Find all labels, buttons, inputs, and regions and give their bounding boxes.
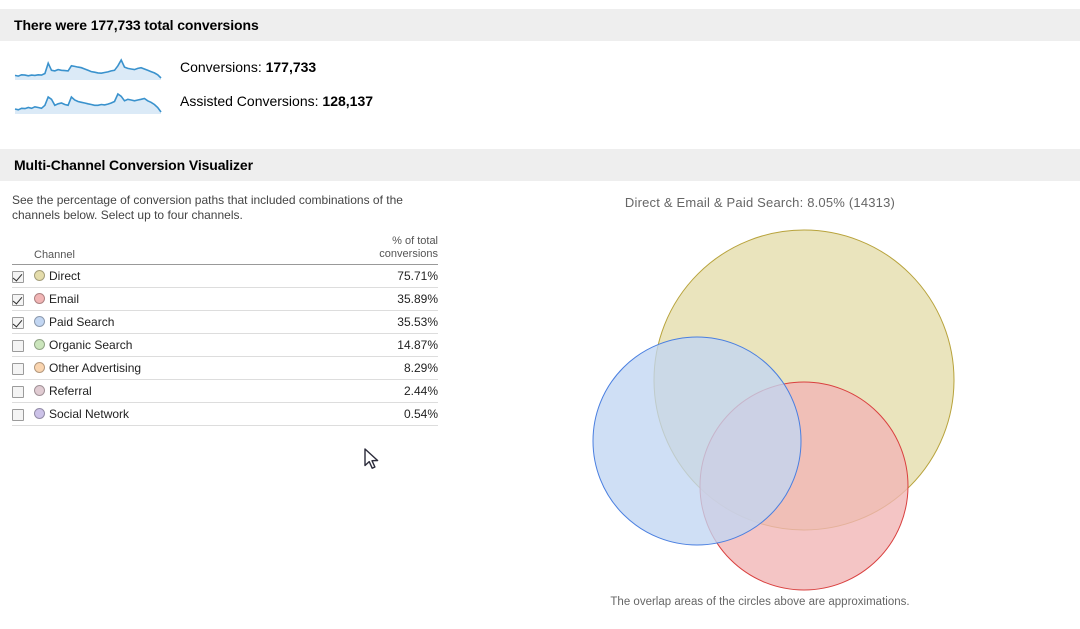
channel-name-cell[interactable]: Referral bbox=[34, 379, 295, 403]
channel-label: Organic Search bbox=[49, 338, 133, 352]
table-row[interactable]: Social Network 0.54% bbox=[12, 402, 438, 426]
venn-circle-paid-search bbox=[592, 336, 802, 546]
metric-row-assisted-conversions: Assisted Conversions: 128,137 bbox=[12, 84, 1080, 118]
percent-header-line1: % of total bbox=[392, 235, 438, 247]
sparkline-chart-conversions bbox=[12, 52, 164, 82]
visualizer-instructions: See the percentage of conversion paths t… bbox=[12, 193, 403, 222]
color-swatch-icon bbox=[34, 270, 45, 281]
color-swatch-icon bbox=[34, 408, 45, 419]
channel-name-cell[interactable]: Social Network bbox=[34, 402, 295, 426]
channel-checkbox-cell[interactable] bbox=[12, 287, 34, 311]
metric-name-conversions: Conversions: bbox=[180, 59, 262, 75]
summary-header-bar: There were 177,733 total conversions bbox=[0, 9, 1080, 41]
venn-diagram-note: The overlap areas of the circles above a… bbox=[610, 596, 910, 608]
channel-label: Email bbox=[49, 292, 80, 306]
channel-name-cell[interactable]: Other Advertising bbox=[34, 356, 295, 380]
metric-value-assisted-conversions: 128,137 bbox=[322, 93, 374, 109]
venn-diagram bbox=[592, 229, 955, 591]
color-swatch-icon bbox=[34, 385, 45, 396]
mouse-pointer-icon bbox=[364, 448, 379, 469]
metric-value-conversions: 177,733 bbox=[265, 59, 317, 75]
channel-table-header-checkbox bbox=[12, 235, 34, 265]
channel-label: Social Network bbox=[49, 407, 130, 421]
table-row[interactable]: Other Advertising 8.29% bbox=[12, 356, 438, 380]
metric-label-conversions: Conversions: 177,733 bbox=[180, 59, 316, 75]
color-swatch-icon bbox=[34, 339, 45, 350]
channel-percent-cell: 8.29% bbox=[294, 356, 438, 380]
channel-checkbox-cell[interactable] bbox=[12, 379, 34, 403]
table-row[interactable]: Organic Search 14.87% bbox=[12, 333, 438, 357]
channel-name-cell[interactable]: Email bbox=[34, 287, 295, 311]
color-swatch-icon bbox=[34, 316, 45, 327]
visualizer-title: Multi-Channel Conversion Visualizer bbox=[14, 157, 253, 173]
channel-label: Other Advertising bbox=[49, 361, 142, 375]
sparkline-chart-assisted-conversions bbox=[12, 86, 164, 116]
channel-percent-cell: 35.89% bbox=[294, 287, 438, 311]
checkbox-organic-search[interactable] bbox=[12, 339, 24, 352]
channel-label: Direct bbox=[49, 269, 81, 283]
channel-table: Channel % of total conversions Direct 75.… bbox=[12, 235, 438, 426]
channel-table-header-percent: % of total conversions bbox=[294, 235, 438, 265]
metric-row-conversions: Conversions: 177,733 bbox=[12, 50, 1080, 84]
table-row[interactable]: Paid Search 35.53% bbox=[12, 310, 438, 334]
table-row[interactable]: Referral 2.44% bbox=[12, 379, 438, 403]
channel-checkbox-cell[interactable] bbox=[12, 310, 34, 334]
channel-percent-cell: 2.44% bbox=[294, 379, 438, 403]
channel-percent-cell: 35.53% bbox=[294, 310, 438, 334]
channel-checkbox-cell[interactable] bbox=[12, 402, 34, 426]
channel-label: Referral bbox=[49, 384, 92, 398]
table-row[interactable]: Email 35.89% bbox=[12, 287, 438, 311]
checkbox-direct[interactable] bbox=[12, 270, 24, 283]
channel-table-header-channel: Channel bbox=[34, 235, 295, 265]
table-row[interactable]: Direct 75.71% bbox=[12, 264, 438, 288]
percent-header-line2: conversions bbox=[379, 248, 438, 260]
channel-checkbox-cell[interactable] bbox=[12, 356, 34, 380]
color-swatch-icon bbox=[34, 362, 45, 373]
channel-checkbox-cell[interactable] bbox=[12, 333, 34, 357]
channel-name-cell[interactable]: Paid Search bbox=[34, 310, 295, 334]
summary-metrics: Conversions: 177,733 Assisted Conversion… bbox=[0, 41, 1080, 118]
channel-name-cell[interactable]: Direct bbox=[34, 264, 295, 288]
channel-percent-cell: 75.71% bbox=[294, 264, 438, 288]
summary-title: There were 177,733 total conversions bbox=[14, 17, 259, 33]
channel-name-cell[interactable]: Organic Search bbox=[34, 333, 295, 357]
channel-checkbox-cell[interactable] bbox=[12, 264, 34, 288]
channel-table-body: Direct 75.71% Email 35.89% Paid Search 35.53%… bbox=[12, 264, 438, 426]
color-swatch-icon bbox=[34, 293, 45, 304]
channel-selector-pane: See the percentage of conversion paths t… bbox=[0, 181, 440, 426]
checkbox-paid-search[interactable] bbox=[12, 316, 24, 329]
metric-label-assisted-conversions: Assisted Conversions: 128,137 bbox=[180, 93, 373, 109]
venn-diagram-pane: Direct & Email & Paid Search: 8.05% (143… bbox=[440, 181, 1080, 608]
channel-label: Paid Search bbox=[49, 315, 115, 329]
channel-percent-cell: 14.87% bbox=[294, 333, 438, 357]
checkbox-email[interactable] bbox=[12, 293, 24, 306]
checkbox-referral[interactable] bbox=[12, 385, 24, 398]
channel-percent-cell: 0.54% bbox=[294, 402, 438, 426]
visualizer-header-bar: Multi-Channel Conversion Visualizer bbox=[0, 149, 1080, 181]
channel-table-header-row: Channel % of total conversions bbox=[12, 235, 438, 265]
visualizer-body: See the percentage of conversion paths t… bbox=[0, 181, 1080, 608]
checkbox-social-network[interactable] bbox=[12, 408, 24, 421]
checkbox-other-advertising[interactable] bbox=[12, 362, 24, 375]
metric-name-assisted-conversions: Assisted Conversions: bbox=[180, 93, 319, 109]
